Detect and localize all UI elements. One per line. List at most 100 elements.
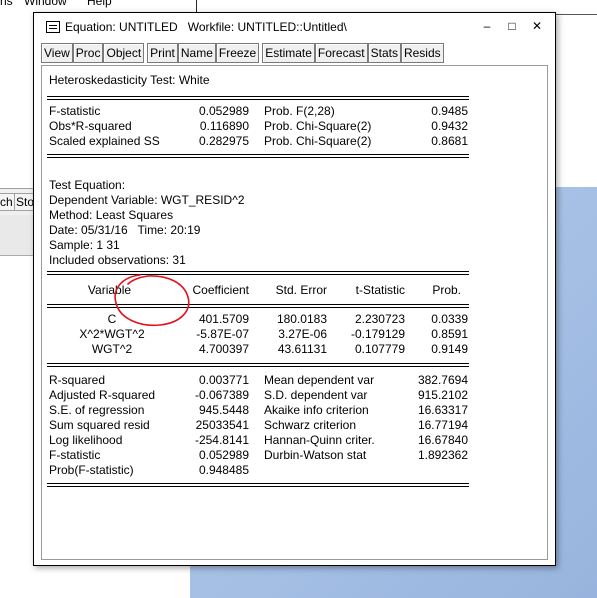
resids-button[interactable]: Resids [400,43,444,63]
test-label: Scaled explained SS [49,134,160,148]
stat-label: Hannan-Quinn criter. [264,433,375,447]
included-observations: Included observations: 31 [49,253,186,267]
stat-value: 945.5448 [198,403,249,417]
stat-value: 1.892362 [417,448,468,462]
coef-value: -5.87E-07 [196,327,249,341]
equation-window-icon[interactable] [46,21,60,33]
stat-label: R-squared [49,373,106,387]
stat-label: Mean dependent var [264,373,375,387]
stat-value: 0.948485 [198,463,249,477]
stat-label: Prob(F-statistic) [49,463,134,477]
test-prob: 0.9432 [431,119,468,133]
estimate-button[interactable]: Estimate [262,43,315,63]
coef-variable: C [107,312,117,326]
coef-value: 401.5709 [198,312,249,326]
coef-std-error: 180.0183 [276,312,327,326]
coef-t-stat: 0.107779 [354,342,405,356]
stat-value: 915.2102 [417,388,468,402]
equation-window[interactable]: Equation: UNTITLED Workfile: UNTITLED::U… [33,12,556,566]
divider [47,96,469,97]
stat-label: Adjusted R-squared [49,388,156,402]
stat-label: Akaike info criterion [264,403,369,417]
stat-value: 0.003771 [198,373,249,387]
menu-help[interactable]: Help [87,0,112,8]
menu-window[interactable]: Window [24,0,67,8]
stat-value: 382.7694 [417,373,468,387]
freeze-button[interactable]: Freeze [215,43,260,63]
dependent-variable: Dependent Variable: WGT_RESID^2 [49,193,245,207]
window-titlebar[interactable]: Equation: UNTITLED Workfile: UNTITLED::U… [34,13,555,41]
header-prob: Prob. [432,283,461,297]
coef-prob: 0.8591 [431,327,468,341]
stat-label: S.D. dependent var [264,388,368,402]
stat-value: 25033541 [195,418,249,432]
test-label: F-statistic [49,104,101,118]
coef-prob: 0.0339 [431,312,468,326]
stat-value: 16.67840 [417,433,468,447]
print-button[interactable]: Print [147,43,178,63]
output-view[interactable]: Heteroskedasticity Test: White F-statist… [41,65,548,560]
divider [47,157,469,158]
header-t-statistic: t-Statistic [355,283,405,297]
divider [47,304,469,305]
stats-button[interactable]: Stats [367,43,401,63]
divider [47,154,469,155]
stat-value: -254.8141 [194,433,249,447]
header-std-error: Std. Error [275,283,327,297]
view-button[interactable]: View [41,43,73,63]
stat-value: 16.63317 [417,403,468,417]
stat-label: Schwarz criterion [264,418,357,432]
test-value: 0.052989 [198,104,249,118]
stat-label: Log likelihood [49,433,123,447]
test-prob-label: Prob. Chi-Square(2) [264,134,372,148]
test-prob: 0.9485 [431,104,468,118]
sample: Sample: 1 31 [49,238,120,252]
test-value: 0.282975 [198,134,249,148]
name-button[interactable]: Name [177,43,216,63]
equation-toolbar: View Proc Object Print Name Freeze Estim… [41,43,444,63]
test-prob-label: Prob. F(2,28) [264,104,335,118]
menu-fragment[interactable]: ns [0,0,13,8]
divider [47,307,469,308]
stat-value: 0.052989 [198,448,249,462]
close-icon[interactable]: ✕ [529,19,545,33]
divider [47,366,469,367]
background-button[interactable]: ch [0,193,15,211]
stat-label: Durbin-Watson stat [264,448,367,462]
test-equation-label: Test Equation: [49,178,126,192]
coef-t-stat: -0.179129 [350,327,405,341]
divider [47,363,469,364]
stat-label: S.E. of regression [49,403,145,417]
coef-std-error: 3.27E-06 [278,327,327,341]
divider [47,99,469,100]
divider [47,486,469,487]
minimize-icon[interactable]: – [479,19,495,33]
test-value: 0.116890 [199,119,249,133]
maximize-icon[interactable]: □ [504,19,520,33]
coef-prob: 0.9149 [431,342,468,356]
window-title: Equation: UNTITLED Workfile: UNTITLED::U… [65,20,347,34]
coef-variable: X^2*WGT^2 [79,327,145,341]
header-variable: Variable [87,283,132,297]
coef-variable: WGT^2 [91,342,133,356]
divider [47,483,469,484]
object-button[interactable]: Object [103,43,145,63]
test-label: Obs*R-squared [49,119,132,133]
stat-value: 16.77194 [417,418,468,432]
proc-button[interactable]: Proc [72,43,104,63]
coef-t-stat: 2.230723 [354,312,405,326]
divider [47,274,469,275]
header-coefficient: Coefficient [192,283,249,297]
forecast-button[interactable]: Forecast [314,43,368,63]
stat-value: -0.067389 [194,388,249,402]
test-prob-label: Prob. Chi-Square(2) [264,119,372,133]
stat-label: Sum squared resid [49,418,150,432]
test-heading: Heteroskedasticity Test: White [49,73,210,87]
divider [47,271,469,272]
stat-label: F-statistic [49,448,101,462]
coef-std-error: 43.61131 [277,342,327,356]
test-prob: 0.8681 [431,134,468,148]
coef-value: 4.700397 [198,342,249,356]
method: Method: Least Squares [49,208,174,222]
date-time: Date: 05/31/16 Time: 20:19 [49,223,201,237]
